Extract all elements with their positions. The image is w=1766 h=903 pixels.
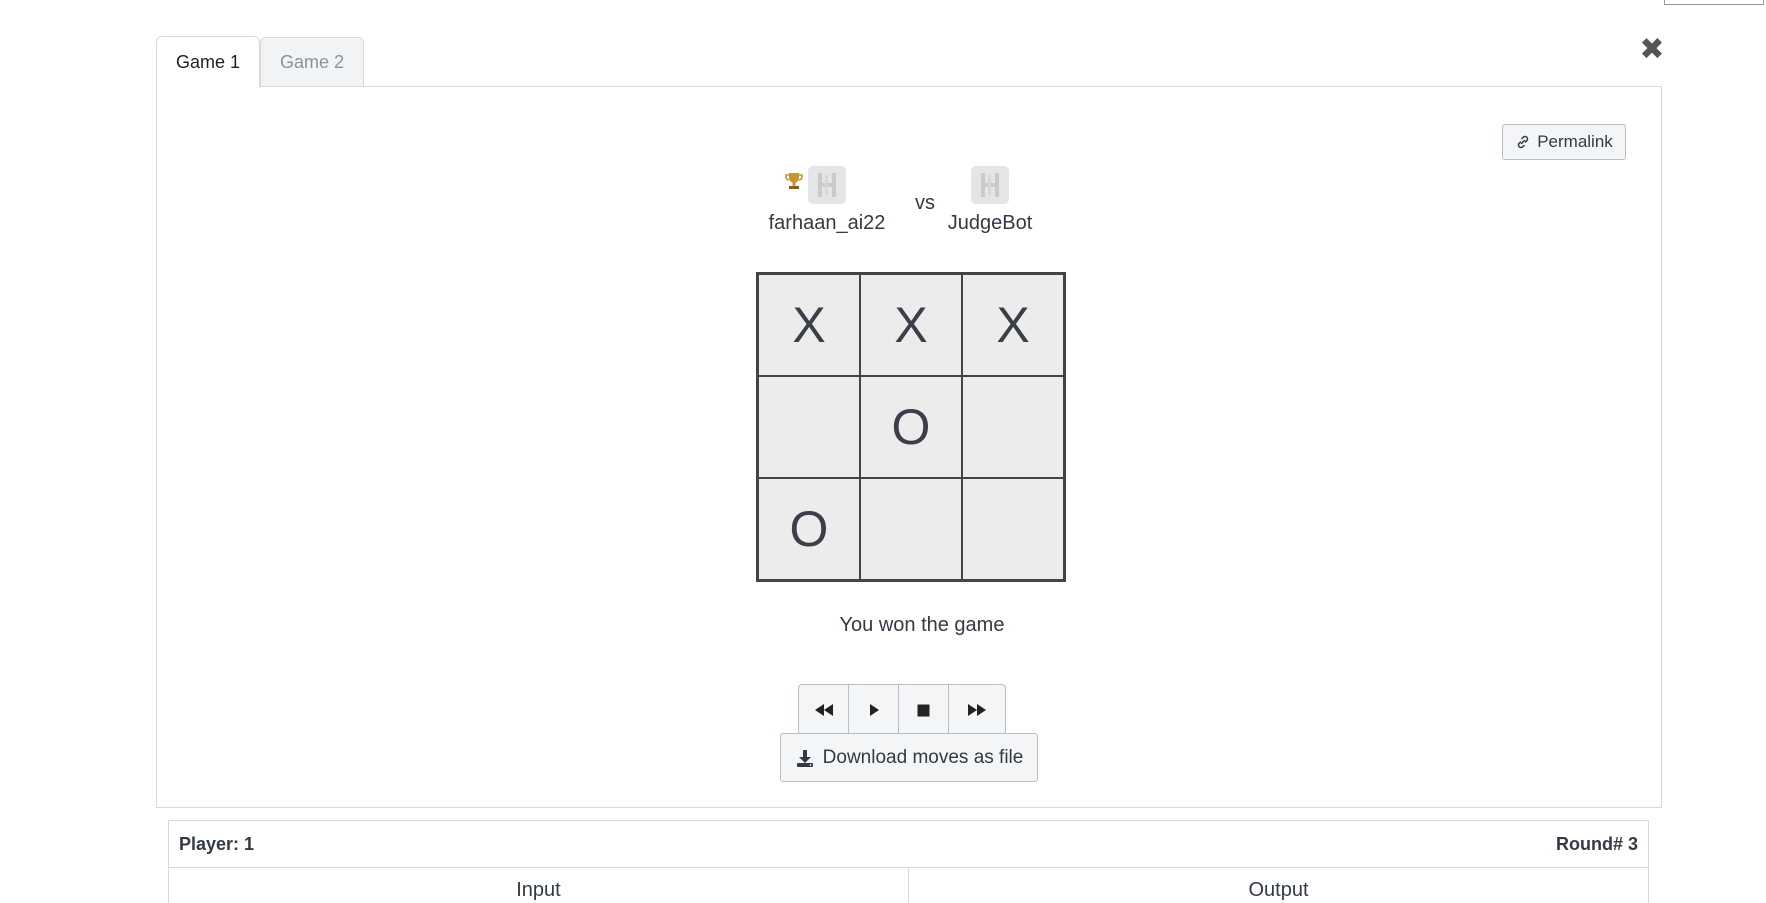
fast-forward-button[interactable]	[949, 685, 1005, 735]
round-info-header: Player: 1 Round# 3	[169, 821, 1648, 868]
input-column-header: Input	[169, 868, 909, 903]
io-header-row: Input Output	[169, 868, 1648, 903]
player-name-left: farhaan_ai22	[768, 212, 886, 234]
download-label: Download moves as file	[822, 746, 1024, 768]
game-result-text: You won the game	[839, 614, 1005, 636]
game-viewer-page: ✖ Game 1 Game 2 Permalink farhaan_ai22 v…	[0, 0, 1766, 903]
round-info-table: Player: 1 Round# 3 Input Output	[168, 820, 1649, 903]
player-indicator: Player: 1	[179, 833, 255, 854]
tic-tac-toe-board: X X X O O	[756, 272, 1066, 582]
rewind-button[interactable]	[799, 685, 849, 735]
permalink-label: Permalink	[1537, 132, 1613, 151]
board-cell[interactable]: X	[758, 274, 860, 376]
board-cell[interactable]: X	[962, 274, 1064, 376]
download-moves-button[interactable]: Download moves as file	[780, 733, 1038, 782]
tab-game-1[interactable]: Game 1	[156, 36, 261, 88]
board-cell[interactable]	[962, 376, 1064, 478]
top-right-fragment	[1664, 0, 1764, 5]
download-icon	[796, 749, 813, 767]
board-cell[interactable]: O	[860, 376, 962, 478]
board-cell[interactable]	[962, 478, 1064, 580]
stop-button[interactable]	[899, 685, 949, 735]
link-icon	[1517, 135, 1529, 149]
output-column-header: Output	[1248, 878, 1309, 901]
player-right: JudgeBot	[935, 166, 1045, 235]
play-button[interactable]	[849, 685, 899, 735]
avatar-icon	[808, 166, 846, 204]
player-left: farhaan_ai22	[766, 166, 888, 235]
board-cell[interactable]: O	[758, 478, 860, 580]
game-tabs: Game 1 Game 2	[156, 36, 365, 88]
tab-game-2[interactable]: Game 2	[260, 37, 365, 87]
board-cell[interactable]	[860, 478, 962, 580]
player-name-right: JudgeBot	[947, 212, 1033, 234]
permalink-button[interactable]: Permalink	[1502, 124, 1626, 160]
close-icon[interactable]: ✖	[1638, 35, 1666, 65]
playback-controls	[798, 684, 1006, 736]
rewind-icon	[814, 704, 833, 716]
avatar-icon	[971, 166, 1009, 204]
board-cell[interactable]	[758, 376, 860, 478]
stop-icon	[917, 704, 930, 716]
play-icon	[869, 704, 879, 716]
round-indicator: Round# 3	[1555, 833, 1638, 854]
game-panel: Permalink farhaan_ai22 vs JudgeBot X X X…	[156, 86, 1662, 808]
vs-label: vs	[915, 192, 935, 214]
board-cell[interactable]: X	[860, 274, 962, 376]
fast-forward-icon	[968, 704, 986, 716]
